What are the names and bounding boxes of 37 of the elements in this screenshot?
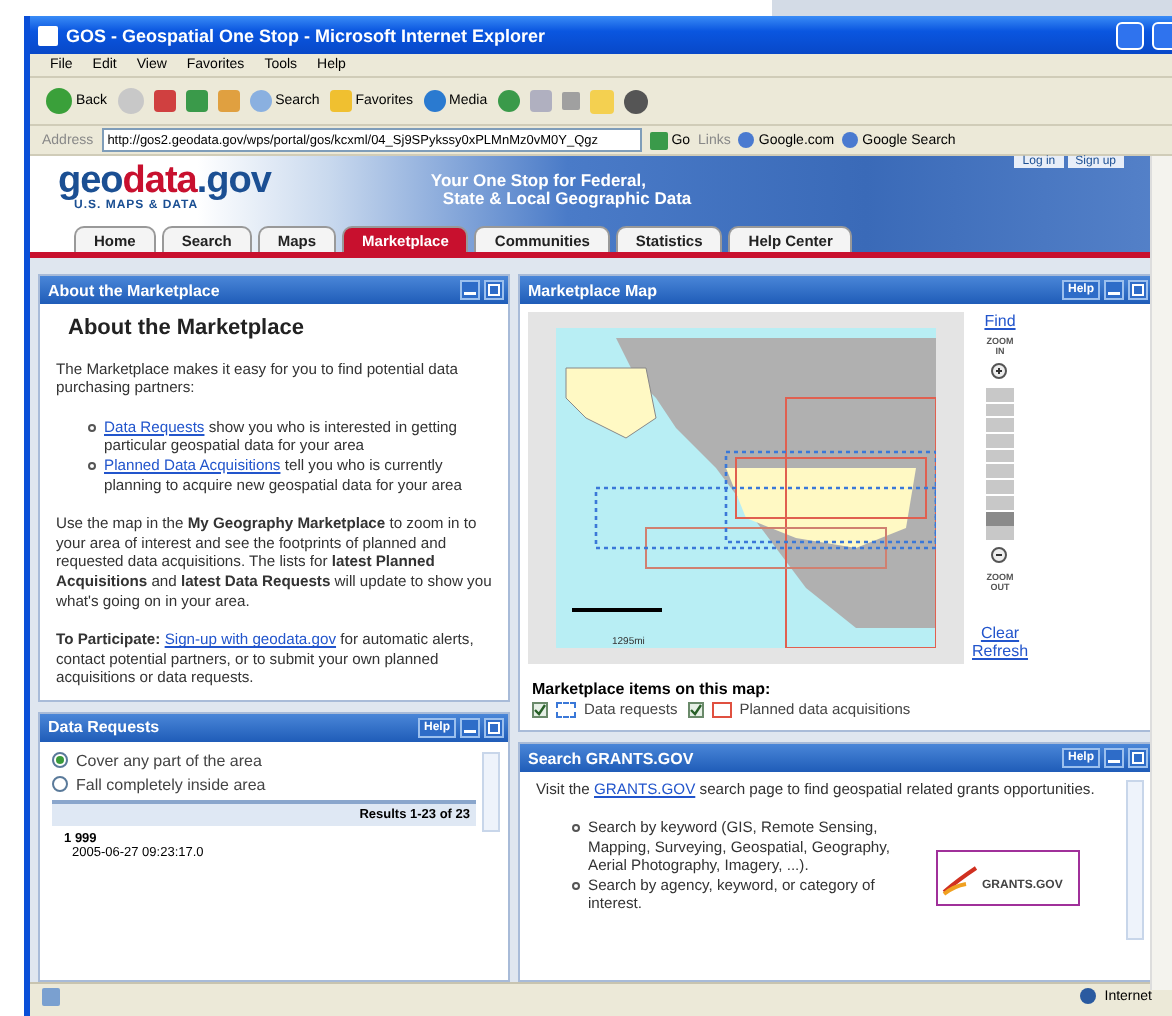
- minimize-icon[interactable]: [460, 280, 480, 300]
- site-logo: geodata.gov: [58, 164, 271, 200]
- zoom-step: [986, 526, 1014, 540]
- minimize-icon[interactable]: [1104, 280, 1124, 300]
- panel-title: Data Requests: [48, 718, 162, 737]
- panel-title: About the Marketplace: [48, 281, 222, 299]
- zoom-slider[interactable]: [986, 388, 1014, 540]
- zoom-thumb[interactable]: [986, 512, 1014, 527]
- zoom-out-icon[interactable]: [990, 546, 1010, 566]
- tagline: Your One Stop for Federal, State & Local Geographic Data: [430, 172, 692, 208]
- zoom-in-icon[interactable]: [990, 362, 1010, 382]
- bullet-icon: [88, 423, 96, 432]
- minimize-icon[interactable]: [1104, 748, 1124, 768]
- maximize-icon[interactable]: [1128, 748, 1148, 768]
- radio-icon[interactable]: [52, 752, 68, 769]
- maximize-icon[interactable]: [484, 717, 504, 738]
- window-title: GOS - Geospatial One Stop - Microsoft Internet Explorer: [66, 25, 548, 45]
- minimize-icon[interactable]: [460, 717, 480, 738]
- panel-title: Marketplace Map: [528, 281, 659, 299]
- bullet-icon: [572, 824, 580, 833]
- find-link[interactable]: Find: [984, 312, 1016, 330]
- panel-heading: About the Marketplace: [68, 320, 306, 340]
- panel-title: Search GRANTS.GOV: [528, 749, 696, 767]
- radio-option[interactable]: Cover any part of the area: [52, 751, 476, 770]
- bullet-icon: [88, 461, 96, 470]
- maximize-icon[interactable]: [484, 280, 504, 300]
- circle-icon[interactable]: [623, 89, 648, 113]
- checkbox[interactable]: [532, 701, 548, 717]
- refresh-link[interactable]: Refresh: [972, 642, 1029, 660]
- maximize-icon[interactable]: [1128, 280, 1148, 300]
- radio-icon[interactable]: [52, 776, 68, 793]
- checkbox[interactable]: [687, 701, 704, 717]
- scrollbar: [482, 751, 500, 832]
- clear-link[interactable]: Clear: [980, 624, 1020, 642]
- legend-title: Marketplace items on this map:: [530, 678, 773, 700]
- radio-option[interactable]: Fall completely inside area: [52, 775, 476, 794]
- bullet-icon: [572, 881, 580, 890]
